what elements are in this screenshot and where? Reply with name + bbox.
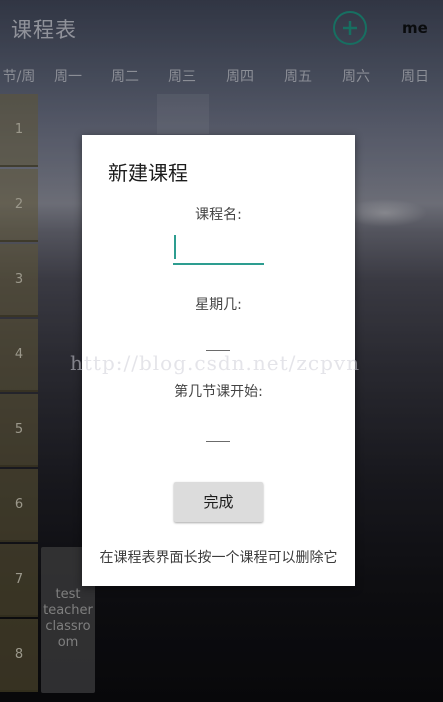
- start-period-label: 第几节课开始:: [174, 384, 263, 400]
- dialog-title: 新建课程: [108, 161, 188, 185]
- start-period-input[interactable]: [206, 441, 230, 442]
- watermark: http://blog.csdn.net/zcpvn: [70, 351, 361, 375]
- course-name-label: 课程名:: [195, 207, 242, 223]
- text-cursor: [174, 235, 176, 259]
- course-name-input[interactable]: [173, 235, 264, 265]
- delete-hint: 在课程表界面长按一个课程可以删除它: [99, 550, 338, 566]
- weekday-label: 星期几:: [195, 297, 242, 313]
- done-button[interactable]: 完成: [174, 482, 263, 522]
